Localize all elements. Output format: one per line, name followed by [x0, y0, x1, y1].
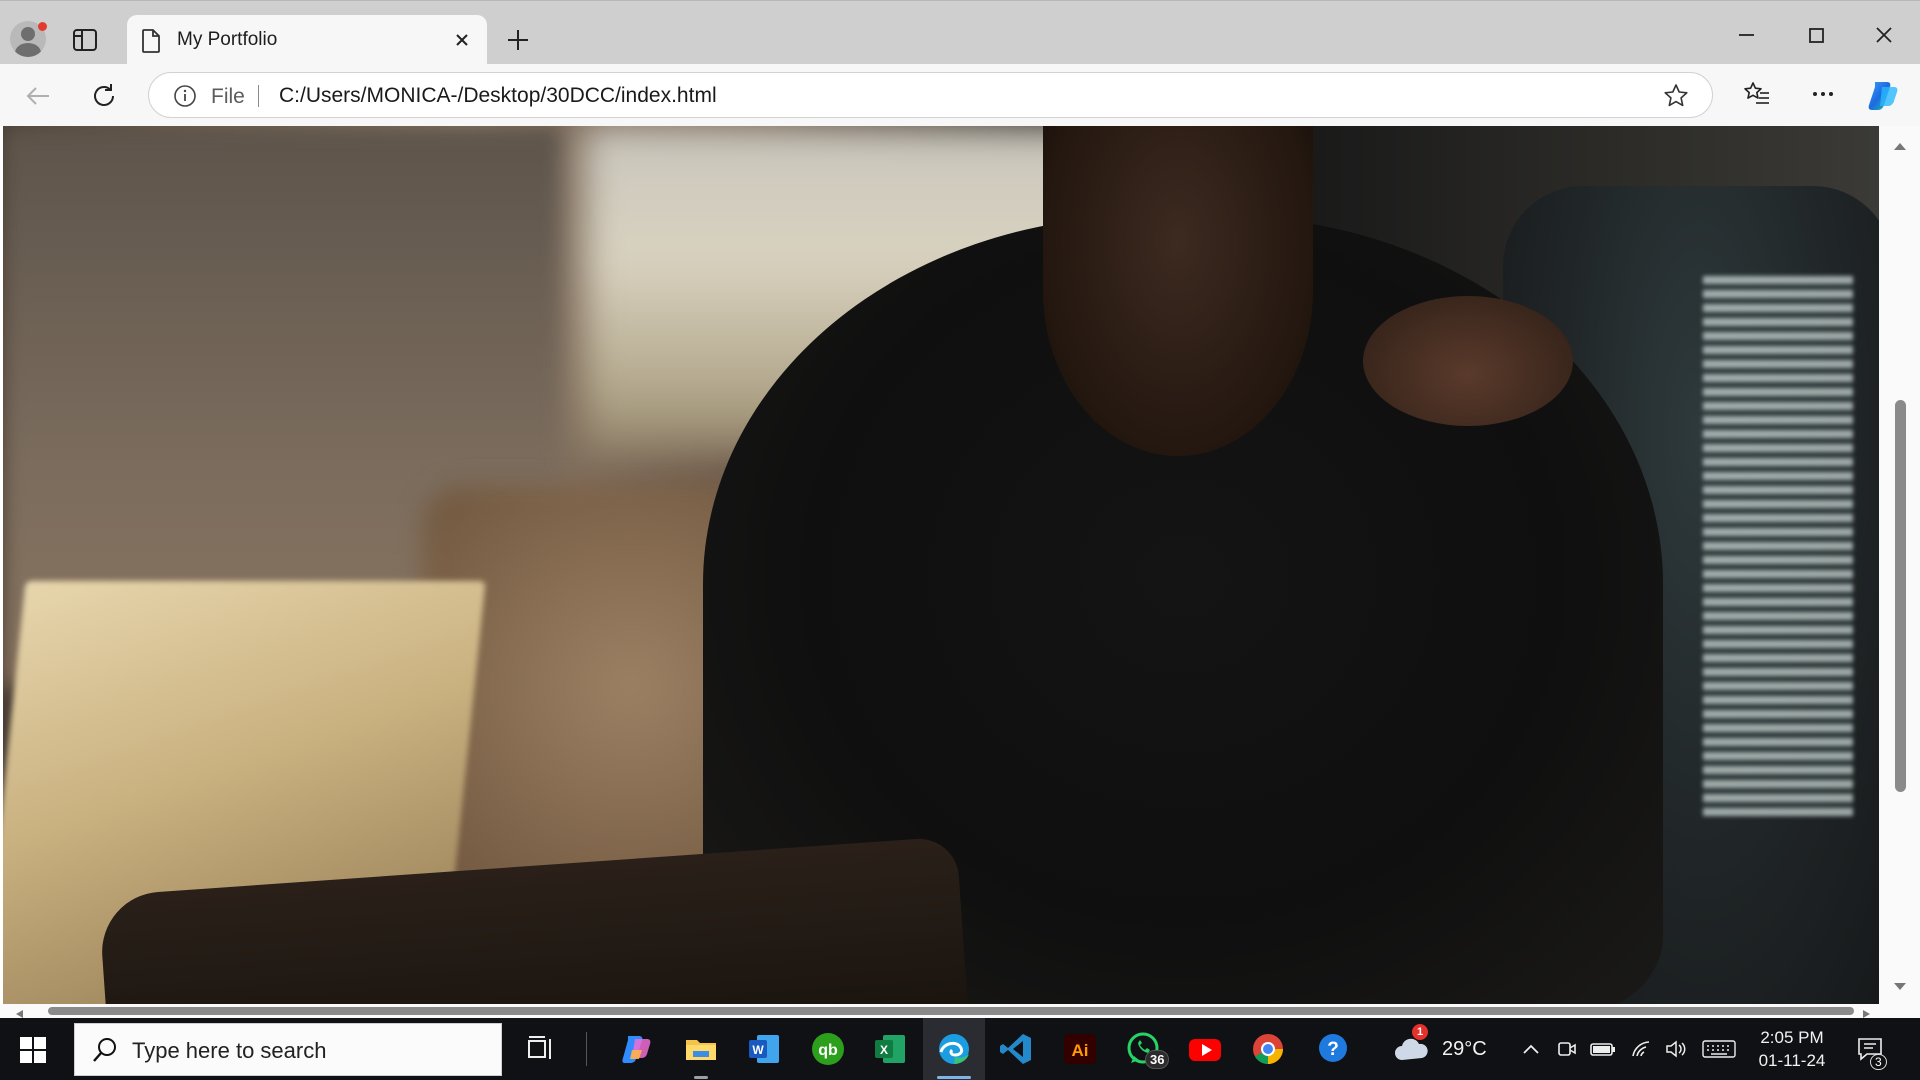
new-tab-button[interactable]	[503, 25, 533, 55]
close-window-icon[interactable]	[1868, 19, 1900, 51]
excel-icon[interactable]: X	[873, 1032, 907, 1066]
keyboard-icon[interactable]	[1702, 1040, 1736, 1063]
address-bar[interactable]: File C:/Users/MONICA-/Desktop/30DCC/inde…	[148, 72, 1713, 118]
system-clock[interactable]: 2:05 PM 01-11-24	[1750, 1026, 1834, 1072]
chrome-icon[interactable]	[1251, 1032, 1285, 1066]
youtube-icon[interactable]	[1188, 1032, 1222, 1066]
notification-count-badge: 3	[1870, 1054, 1887, 1070]
scroll-down-icon[interactable]	[1893, 979, 1907, 997]
windows-start-icon[interactable]	[20, 1037, 46, 1068]
vertical-scrollbar[interactable]	[1879, 126, 1920, 1018]
profile-notification-dot	[38, 22, 47, 31]
minimize-icon[interactable]	[1730, 19, 1762, 51]
copilot-icon[interactable]	[1866, 78, 1902, 114]
wifi-icon[interactable]	[1631, 1040, 1653, 1063]
volume-icon[interactable]	[1665, 1040, 1687, 1063]
vscode-icon[interactable]	[999, 1032, 1033, 1066]
svg-text:qb: qb	[818, 1042, 838, 1059]
tab-my-portfolio[interactable]: My Portfolio	[127, 15, 487, 65]
svg-text:X: X	[880, 1043, 888, 1057]
maximize-icon[interactable]	[1800, 19, 1832, 51]
illustrator-icon[interactable]: Ai	[1063, 1032, 1097, 1066]
file-explorer-icon[interactable]	[684, 1032, 718, 1066]
vertical-scroll-thumb[interactable]	[1895, 400, 1906, 792]
task-view-icon[interactable]	[524, 1032, 558, 1066]
document-icon	[141, 29, 161, 58]
svg-text:W: W	[752, 1043, 764, 1057]
running-indicator	[694, 1076, 708, 1079]
edge-icon[interactable]	[937, 1032, 971, 1066]
horizontal-scroll-thumb[interactable]	[48, 1007, 1854, 1015]
address-separator	[258, 85, 259, 107]
help-icon[interactable]: ?	[1316, 1032, 1350, 1066]
close-icon[interactable]	[452, 30, 472, 50]
meet-now-icon[interactable]	[1557, 1040, 1577, 1063]
chevron-up-icon[interactable]	[1522, 1040, 1540, 1063]
hero-image	[3, 126, 1879, 1004]
tab-title: My Portfolio	[177, 29, 278, 50]
active-indicator	[937, 1076, 971, 1079]
browser-toolbar: File C:/Users/MONICA-/Desktop/30DCC/inde…	[0, 64, 1920, 126]
horizontal-scrollbar[interactable]	[0, 1004, 1879, 1018]
taskbar: Type here to search W qb X Ai 36 ? 1 29°…	[0, 1018, 1920, 1080]
weather-alert-badge: 1	[1412, 1024, 1429, 1040]
clock-time: 2:05 PM	[1760, 1028, 1824, 1047]
page-viewport	[0, 126, 1920, 1018]
refresh-icon[interactable]	[88, 80, 120, 112]
scroll-up-icon[interactable]	[1893, 138, 1907, 156]
battery-icon[interactable]	[1590, 1040, 1616, 1063]
back-arrow-icon[interactable]	[22, 80, 54, 112]
weather-temperature[interactable]: 29°C	[1442, 1038, 1487, 1061]
favorites-icon[interactable]	[1742, 79, 1772, 114]
word-icon[interactable]: W	[747, 1032, 781, 1066]
svg-text:?: ?	[1327, 1039, 1339, 1060]
whatsapp-badge: 36	[1145, 1050, 1170, 1069]
tab-actions-icon[interactable]	[70, 27, 100, 53]
copilot-app-icon[interactable]	[620, 1032, 654, 1066]
quickbooks-icon[interactable]: qb	[811, 1032, 845, 1066]
more-icon[interactable]	[1808, 79, 1838, 114]
url-text[interactable]: C:/Users/MONICA-/Desktop/30DCC/index.htm…	[279, 84, 717, 108]
star-icon[interactable]	[1662, 82, 1690, 115]
info-icon[interactable]	[173, 84, 197, 113]
search-icon	[91, 1036, 119, 1069]
scheme-label: File	[211, 85, 245, 108]
tab-strip: My Portfolio	[0, 0, 1920, 65]
taskbar-search-input[interactable]: Type here to search	[74, 1023, 502, 1076]
search-placeholder: Type here to search	[132, 1038, 327, 1063]
clock-date: 01-11-24	[1758, 1051, 1826, 1070]
illustrator-label: Ai	[1072, 1041, 1089, 1060]
taskbar-divider	[586, 1032, 587, 1066]
